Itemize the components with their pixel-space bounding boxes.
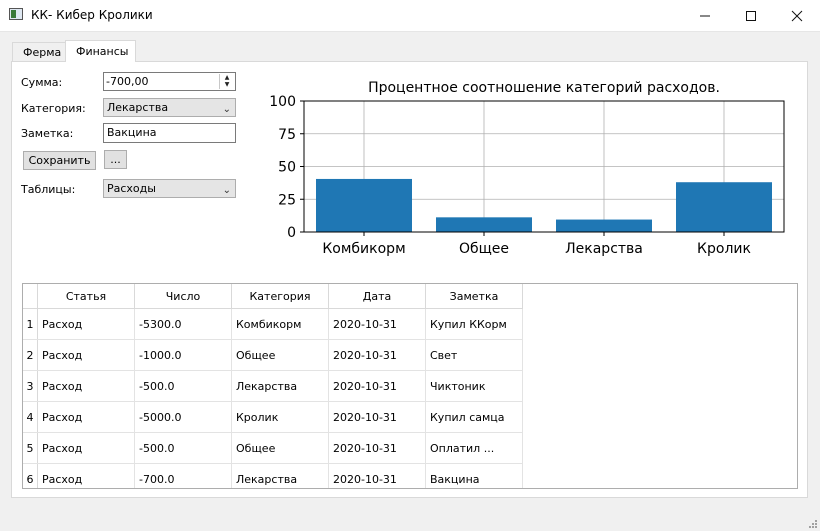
table-cell[interactable]: -5300.0 — [134, 308, 232, 340]
table-cell[interactable]: Чиктоник — [425, 370, 523, 402]
category-combo[interactable]: Лекарства ⌄ — [103, 98, 236, 117]
row-number-header — [23, 284, 38, 309]
table-cell[interactable]: 2020-10-31 — [328, 370, 426, 402]
column-header[interactable]: Число — [134, 284, 232, 309]
table-cell[interactable]: Общее — [231, 432, 329, 464]
x-tick-label: Лекарства — [565, 241, 643, 257]
chevron-down-icon: ⌄ — [222, 104, 231, 115]
table-cell[interactable]: Расход — [37, 370, 135, 402]
column-header[interactable]: Статья — [37, 284, 135, 309]
column-header[interactable]: Заметка — [425, 284, 523, 309]
expense-chart: Процентное соотношение категорий расходо… — [269, 80, 785, 257]
x-tick-label: Общее — [459, 241, 509, 257]
expense-table[interactable]: Статья Число Категория Дата Заметка 1 Ра… — [22, 283, 798, 489]
x-tick-label: Комбикорм — [322, 241, 405, 257]
table-cell[interactable]: Лекарства — [231, 370, 329, 402]
amount-value: -700,00 — [106, 75, 149, 88]
tables-value: Расходы — [107, 182, 156, 195]
row-number: 1 — [23, 308, 38, 340]
table-cell[interactable]: Расход — [37, 463, 135, 488]
table-cell[interactable]: Расход — [37, 432, 135, 464]
table-row[interactable]: 1 Расход -5300.0 Комбикорм 2020-10-31 Ку… — [23, 308, 523, 340]
table-cell[interactable]: Свет — [425, 339, 523, 371]
window-title: КК- Кибер Кролики — [31, 8, 153, 22]
column-header[interactable]: Категория — [231, 284, 329, 309]
more-button[interactable]: ... — [104, 150, 127, 169]
table-cell[interactable]: 2020-10-31 — [328, 401, 426, 433]
save-button[interactable]: Сохранить — [23, 151, 96, 170]
table-cell[interactable]: -1000.0 — [134, 339, 232, 371]
x-tick-label: Кролик — [697, 241, 751, 257]
y-tick-label: 0 — [287, 225, 296, 241]
table-cell[interactable]: -700.0 — [134, 463, 232, 488]
table-cell[interactable]: Расход — [37, 401, 135, 433]
table-cell[interactable]: 2020-10-31 — [328, 463, 426, 488]
resize-grip-icon[interactable] — [807, 518, 817, 528]
category-label: Категория: — [21, 102, 86, 115]
table-cell[interactable]: Расход — [37, 308, 135, 340]
table-cell[interactable]: -500.0 — [134, 432, 232, 464]
table-cell[interactable]: Расход — [37, 339, 135, 371]
table-cell[interactable]: Общее — [231, 339, 329, 371]
table-cell[interactable]: Купил ККорм — [425, 308, 523, 340]
tables-label: Таблицы: — [21, 183, 76, 196]
minimize-icon — [700, 15, 710, 16]
tab-finansy[interactable]: Финансы — [65, 40, 136, 62]
table-row[interactable]: 6 Расход -700.0 Лекарства 2020-10-31 Вак… — [23, 463, 523, 488]
y-tick-label: 25 — [278, 192, 296, 208]
app-icon — [9, 8, 23, 20]
table-row[interactable]: 2 Расход -1000.0 Общее 2020-10-31 Свет — [23, 339, 523, 371]
title-bar: КК- Кибер Кролики — [0, 0, 820, 32]
maximize-button[interactable] — [728, 0, 774, 31]
table-cell[interactable]: Кролик — [231, 401, 329, 433]
table-row[interactable]: 5 Расход -500.0 Общее 2020-10-31 Оплатил… — [23, 432, 523, 464]
maximize-icon — [746, 10, 756, 21]
chart-bar — [436, 217, 532, 232]
table-cell[interactable]: 2020-10-31 — [328, 432, 426, 464]
table-cell[interactable]: 2020-10-31 — [328, 308, 426, 340]
table-cell[interactable]: 2020-10-31 — [328, 339, 426, 371]
note-input[interactable]: Вакцина — [103, 123, 236, 143]
chevron-down-icon: ⌄ — [222, 185, 231, 196]
chart-title: Процентное соотношение категорий расходо… — [368, 80, 720, 96]
chart-bar — [316, 178, 412, 232]
column-header[interactable]: Дата — [328, 284, 426, 309]
close-button[interactable] — [774, 0, 820, 31]
y-tick-label: 100 — [269, 94, 296, 110]
chart-bar — [676, 182, 772, 232]
spin-arrows[interactable]: ▲ ▼ — [219, 74, 234, 89]
tables-combo[interactable]: Расходы ⌄ — [103, 179, 236, 198]
table-row[interactable]: 3 Расход -500.0 Лекарства 2020-10-31 Чик… — [23, 370, 523, 402]
table-cell[interactable]: Оплатил ... — [425, 432, 523, 464]
row-number: 5 — [23, 432, 38, 464]
table-cell[interactable]: Купил самца — [425, 401, 523, 433]
table-cell[interactable]: -500.0 — [134, 370, 232, 402]
y-tick-label: 50 — [278, 160, 296, 176]
table-cell[interactable]: Вакцина — [425, 463, 523, 488]
row-number: 2 — [23, 339, 38, 371]
table-cell[interactable]: Лекарства — [231, 463, 329, 488]
amount-label: Сумма: — [21, 76, 63, 89]
note-label: Заметка: — [21, 127, 74, 140]
category-value: Лекарства — [107, 101, 169, 114]
minimize-button[interactable] — [682, 0, 728, 31]
close-icon — [791, 10, 803, 21]
table-header-row: Статья Число Категория Дата Заметка — [23, 284, 523, 309]
row-number: 3 — [23, 370, 38, 402]
y-tick-label: 75 — [278, 127, 296, 143]
tab-ferma[interactable]: Ферма — [12, 42, 66, 62]
row-number: 4 — [23, 401, 38, 433]
amount-spinbox[interactable]: -700,00 ▲ ▼ — [103, 72, 236, 91]
spin-down-icon[interactable]: ▼ — [220, 81, 234, 88]
table-row[interactable]: 4 Расход -5000.0 Кролик 2020-10-31 Купил… — [23, 401, 523, 433]
chart-bar — [556, 219, 652, 232]
table-cell[interactable]: -5000.0 — [134, 401, 232, 433]
row-number: 6 — [23, 463, 38, 488]
table-cell[interactable]: Комбикорм — [231, 308, 329, 340]
